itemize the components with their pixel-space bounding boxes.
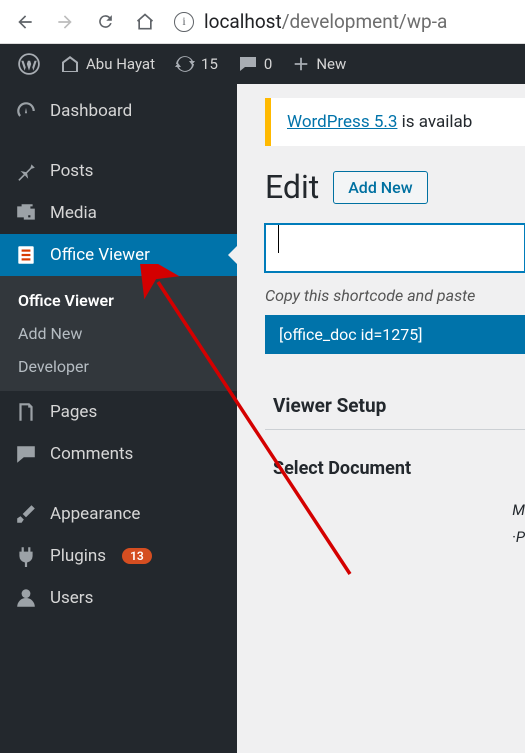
comments-link[interactable]: 0 xyxy=(228,44,282,84)
sidebar-label: Office Viewer xyxy=(50,245,150,265)
sidebar-label: Appearance xyxy=(50,504,140,524)
sidebar-item-plugins[interactable]: Plugins 13 xyxy=(0,535,237,577)
media-icon xyxy=(14,202,38,224)
wp-logo[interactable] xyxy=(8,44,50,84)
sidebar-item-office-viewer[interactable]: Office Viewer xyxy=(0,234,237,276)
reload-button[interactable] xyxy=(88,5,122,39)
browser-toolbar: i localhost/development/wp-a xyxy=(0,0,525,44)
title-input[interactable] xyxy=(265,224,525,272)
shortcode-helper-text: Copy this shortcode and paste xyxy=(265,286,525,305)
panel-title: Viewer Setup xyxy=(265,382,525,430)
field-label-select-document: Select Document xyxy=(265,458,525,479)
site-info-icon[interactable]: i xyxy=(174,12,194,32)
submenu-office-viewer: Office Viewer Add New Developer xyxy=(0,276,237,391)
plugins-badge: 13 xyxy=(122,548,152,564)
updates-count: 15 xyxy=(201,55,218,73)
sidebar-item-pages[interactable]: Pages xyxy=(0,391,237,433)
new-content-link[interactable]: New xyxy=(282,44,356,84)
brush-icon xyxy=(14,503,38,525)
comments-count: 0 xyxy=(264,55,272,73)
dashboard-icon xyxy=(14,100,38,122)
shortcode-box[interactable]: [office_doc id=1275] xyxy=(265,315,525,354)
admin-sidebar: Dashboard Posts Media Office Viewer Offi… xyxy=(0,84,237,753)
pin-icon xyxy=(14,160,38,182)
pages-icon xyxy=(14,401,38,423)
forward-button[interactable] xyxy=(48,5,82,39)
comments-icon xyxy=(14,443,38,465)
back-button[interactable] xyxy=(8,5,42,39)
sidebar-item-comments[interactable]: Comments xyxy=(0,433,237,475)
updates-link[interactable]: 15 xyxy=(165,44,228,84)
users-icon xyxy=(14,587,38,609)
address-bar[interactable]: i localhost/development/wp-a xyxy=(168,10,517,33)
main-content: WordPress 5.3 is availab Edit Add New Co… xyxy=(237,84,525,753)
home-button[interactable] xyxy=(128,5,162,39)
sidebar-label: Posts xyxy=(50,161,93,181)
sidebar-label: Dashboard xyxy=(50,101,132,121)
sidebar-item-appearance[interactable]: Appearance xyxy=(0,493,237,535)
sidebar-label: Comments xyxy=(50,444,133,464)
submenu-item-developer[interactable]: Developer xyxy=(0,350,237,383)
submenu-item-office-viewer[interactable]: Office Viewer xyxy=(0,284,237,317)
sidebar-item-media[interactable]: Media xyxy=(0,192,237,234)
sidebar-label: Pages xyxy=(50,402,97,422)
new-label: New xyxy=(316,55,346,73)
sidebar-label: Plugins xyxy=(50,546,106,566)
sidebar-item-users[interactable]: Users xyxy=(0,577,237,619)
office-icon xyxy=(14,244,38,266)
sidebar-item-dashboard[interactable]: Dashboard xyxy=(0,90,237,132)
wp-update-link[interactable]: WordPress 5.3 xyxy=(287,112,397,132)
site-name: Abu Hayat xyxy=(86,55,155,73)
sidebar-item-posts[interactable]: Posts xyxy=(0,150,237,192)
update-notice: WordPress 5.3 is availab xyxy=(265,98,525,146)
site-link[interactable]: Abu Hayat xyxy=(50,44,165,84)
notice-text: is availab xyxy=(397,112,472,132)
url-text: localhost/development/wp-a xyxy=(204,10,447,33)
add-new-button[interactable]: Add New xyxy=(333,171,427,204)
plugin-icon xyxy=(14,545,38,567)
wp-admin-bar: Abu Hayat 15 0 New xyxy=(0,44,525,84)
hint-text: M ·P xyxy=(265,497,525,551)
page-title: Edit xyxy=(265,168,319,206)
submenu-item-add-new[interactable]: Add New xyxy=(0,317,237,350)
sidebar-label: Users xyxy=(50,588,93,608)
sidebar-label: Media xyxy=(50,203,97,223)
